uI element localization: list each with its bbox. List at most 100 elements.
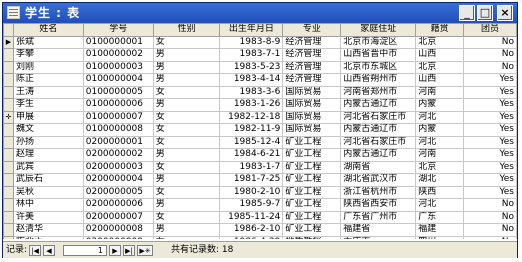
table-cell[interactable]: 魏文 xyxy=(12,123,84,137)
table-cell[interactable]: 0200000009 xyxy=(82,235,154,239)
table-row[interactable]: 赵清华 0200000008 男 1986-2-10 矿业工程 福建省 福建 No xyxy=(3,223,517,237)
table-cell[interactable]: 0200000008 xyxy=(82,223,154,237)
table-cell[interactable]: 矿业工程 xyxy=(282,198,342,212)
table-cell[interactable]: 0100000001 xyxy=(82,35,154,49)
table-cell[interactable]: 湖北省武汉市 xyxy=(340,173,417,187)
table-row[interactable]: 林中 0200000006 男 1985-9-7 矿业工程 陕西省西安市 河北 No xyxy=(3,198,517,212)
table-cell[interactable]: 林中 xyxy=(12,198,84,212)
row-selector[interactable]: ▶ xyxy=(3,35,14,49)
new-record-button[interactable]: ▶✳ xyxy=(137,245,153,256)
table-cell[interactable]: Yes xyxy=(463,148,517,162)
first-record-button[interactable]: |◀ xyxy=(29,245,41,256)
table-cell[interactable]: 1983-8-9 xyxy=(219,35,284,49)
table-cell[interactable]: 男 xyxy=(152,223,221,237)
column-header[interactable]: 专业 xyxy=(282,23,342,37)
row-selector[interactable] xyxy=(3,135,14,149)
table-row[interactable]: 魏文 0100000008 女 1982-11-9 国际贸易 内蒙古通辽市 内蒙 Yes xyxy=(3,123,517,137)
table-cell[interactable]: 1983-4-14 xyxy=(219,73,284,87)
table-cell[interactable]: 女 xyxy=(152,35,221,49)
table-cell[interactable]: 国际贸易 xyxy=(282,85,342,99)
table-cell[interactable]: No xyxy=(463,210,517,224)
table-cell[interactable]: Yes xyxy=(463,185,517,199)
table-cell[interactable]: No xyxy=(463,35,517,49)
table-cell[interactable]: 山西省朔州市 xyxy=(340,73,417,87)
table-cell[interactable]: 0100000005 xyxy=(82,85,154,99)
close-button[interactable]: × xyxy=(497,5,513,21)
table-cell[interactable]: 陕西省西安市 xyxy=(340,198,417,212)
table-row[interactable]: 李生 0100000006 男 1983-1-26 国际贸易 内蒙古通辽市 内蒙 Yes xyxy=(3,98,517,112)
row-selector[interactable]: ✛ xyxy=(3,110,14,124)
column-header[interactable]: 籍贯 xyxy=(415,23,465,37)
table-cell[interactable]: 国际贸易 xyxy=(282,98,342,112)
table-cell[interactable]: 广东 xyxy=(415,210,465,224)
table-row[interactable]: 刘刚 0100000003 男 1983-5-23 经济管理 北京市东城区 北京 No xyxy=(3,60,517,74)
table-cell[interactable]: No xyxy=(463,223,517,237)
table-cell[interactable]: 经济管理 xyxy=(282,73,342,87)
column-header[interactable]: 家庭住址 xyxy=(340,23,417,37)
column-header[interactable]: 出生年月日 xyxy=(219,23,284,37)
column-header[interactable]: 团员 xyxy=(463,23,517,37)
table-cell[interactable]: 陈北大 xyxy=(12,235,84,239)
column-header[interactable]: 姓名 xyxy=(12,23,84,37)
next-record-button[interactable]: ▶ xyxy=(109,245,121,256)
table-cell[interactable]: 内蒙古通辽市 xyxy=(340,123,417,137)
table-cell[interactable]: 男 xyxy=(152,148,221,162)
table-cell[interactable]: 矿业工程 xyxy=(282,223,342,237)
table-cell[interactable]: 0200000004 xyxy=(82,173,154,187)
table-cell[interactable]: 0100000008 xyxy=(82,123,154,137)
table-cell[interactable]: No xyxy=(463,48,517,62)
table-cell[interactable]: 河北 xyxy=(415,110,465,124)
table-cell[interactable]: 北京市东城区 xyxy=(340,60,417,74)
select-all-corner[interactable] xyxy=(3,23,14,37)
table-row[interactable]: ▶ 张斌 0100000001 女 1983-8-9 经济管理 北京市海淀区 北京 No xyxy=(3,35,517,49)
table-cell[interactable]: 0100000007 xyxy=(82,110,154,124)
table-cell[interactable]: 1985-12-4 xyxy=(219,135,284,149)
table-cell[interactable]: 河北省石家庄市 xyxy=(340,110,417,124)
table-row[interactable]: 陈正 0100000004 男 1983-4-14 经济管理 山西省朔州市 山西 Yes xyxy=(3,73,517,87)
table-cell[interactable]: 矿业工程 xyxy=(282,210,342,224)
table-cell[interactable]: 1981-7-25 xyxy=(219,173,284,187)
table-row[interactable]: 孙扬 0200000001 女 1985-12-4 矿业工程 河北省石家庄市 河北 Yes xyxy=(3,135,517,149)
table-cell[interactable]: 北京 xyxy=(415,35,465,49)
table-cell[interactable]: 矿业工程 xyxy=(282,160,342,174)
table-row[interactable]: 许美 0200000007 女 1985-11-24 矿业工程 广东省广州市 广东 No xyxy=(3,210,517,224)
row-selector[interactable] xyxy=(3,123,14,137)
table-cell[interactable]: 武宾 xyxy=(12,160,84,174)
table-cell[interactable]: 1984-6-21 xyxy=(219,148,284,162)
table-cell[interactable]: 女 xyxy=(152,210,221,224)
table-cell[interactable]: 河南 xyxy=(415,148,465,162)
table-row[interactable]: 武辰石 0200000004 男 1981-7-25 矿业工程 湖北省武汉市 湖北 Yes xyxy=(3,173,517,187)
table-row[interactable]: 李攀 0100000002 男 1983-7-1 经济管理 山西省晋中市 山西 No xyxy=(3,48,517,62)
table-cell[interactable]: 1983-1-26 xyxy=(219,98,284,112)
title-bar[interactable]: 学生 : 表 _ □ × xyxy=(3,3,517,23)
table-cell[interactable]: 1980-2-10 xyxy=(219,185,284,199)
table-cell[interactable]: 河北省石家庄市 xyxy=(340,135,417,149)
row-selector[interactable] xyxy=(3,210,14,224)
table-cell[interactable]: 1983-3-6 xyxy=(219,85,284,99)
table-cell[interactable]: No xyxy=(463,235,517,239)
table-cell[interactable]: 内蒙古通辽市 xyxy=(340,148,417,162)
table-cell[interactable]: 湖北 xyxy=(415,173,465,187)
table-cell[interactable]: 福建 xyxy=(415,223,465,237)
table-cell[interactable]: 地质勘探 xyxy=(282,235,342,239)
table-cell[interactable]: 陕西 xyxy=(415,185,465,199)
table-cell[interactable]: 0200000001 xyxy=(82,135,154,149)
table-cell[interactable]: 1983-5-23 xyxy=(219,60,284,74)
table-cell[interactable]: 内蒙 xyxy=(415,98,465,112)
table-cell[interactable]: 吴秋 xyxy=(12,185,84,199)
table-row[interactable]: 陈北大0200000009女1986-4-29地质勘探重庆市四川No xyxy=(3,235,517,239)
maximize-button[interactable]: □ xyxy=(477,5,493,21)
table-cell[interactable]: 王涛 xyxy=(12,85,84,99)
table-cell[interactable]: 女 xyxy=(152,185,221,199)
table-cell[interactable]: 内蒙古通辽市 xyxy=(340,98,417,112)
table-cell[interactable]: 0200000003 xyxy=(82,160,154,174)
table-cell[interactable]: 河北 xyxy=(415,135,465,149)
table-cell[interactable]: 女 xyxy=(152,123,221,137)
table-cell[interactable]: 矿业工程 xyxy=(282,148,342,162)
table-cell[interactable]: 1986-4-29 xyxy=(219,235,284,239)
table-cell[interactable]: 国际贸易 xyxy=(282,123,342,137)
table-cell[interactable]: 山西 xyxy=(415,73,465,87)
table-cell[interactable]: 山西省晋中市 xyxy=(340,48,417,62)
table-cell[interactable]: 北京 xyxy=(415,160,465,174)
column-header[interactable]: 学号 xyxy=(82,23,154,37)
